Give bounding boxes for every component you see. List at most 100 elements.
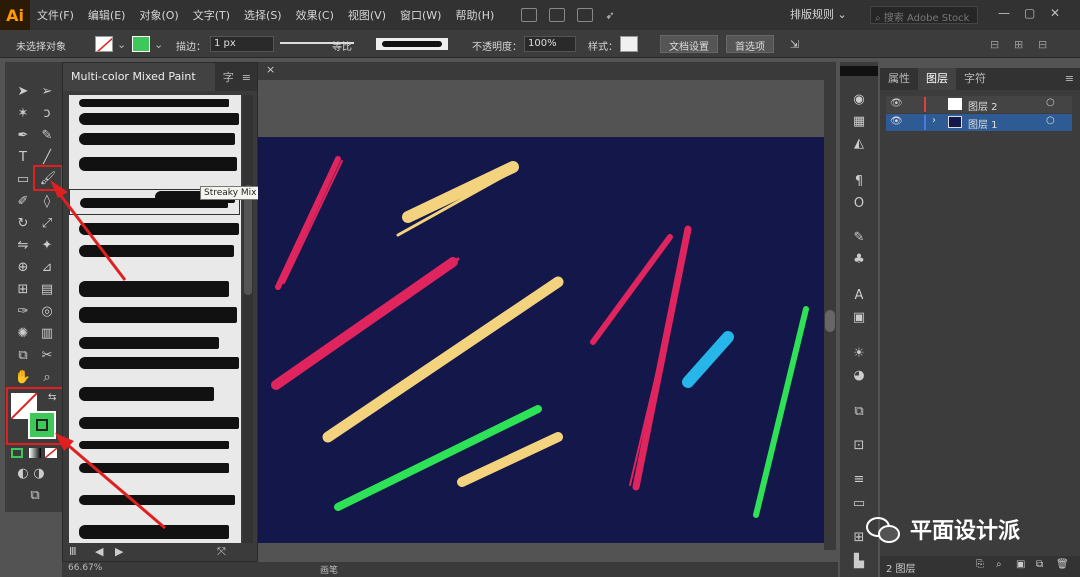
blend-tool-icon[interactable]: ◎ bbox=[37, 302, 57, 320]
paintbrush-tool-icon[interactable]: 🖌 bbox=[33, 165, 63, 191]
locate-object-icon[interactable]: ⌕ bbox=[996, 559, 1002, 570]
transform-panel-icon[interactable]: ⧉ bbox=[848, 402, 870, 420]
layer-row[interactable]: 👁 图层 2 ○ bbox=[886, 96, 1072, 113]
tab-layers[interactable]: 图层 bbox=[918, 68, 956, 90]
gradient-panel-icon[interactable]: ◭ bbox=[848, 134, 870, 152]
draw-inside-icon[interactable]: ◑ bbox=[29, 464, 49, 482]
none-mode-icon[interactable] bbox=[45, 448, 57, 458]
type-tool-icon[interactable]: T bbox=[13, 148, 33, 166]
transparency-icon[interactable]: ◕ bbox=[848, 366, 870, 384]
paragraph-icon[interactable]: ¶ bbox=[848, 172, 870, 190]
align-right-icon[interactable]: ⊟ bbox=[1038, 38, 1047, 51]
line-tool-icon[interactable]: ╱ bbox=[37, 148, 57, 166]
symbol-sprayer-icon[interactable]: ✺ bbox=[13, 324, 33, 342]
menu-view[interactable]: 视图(V) bbox=[341, 7, 393, 23]
align-center-icon[interactable]: ⊞ bbox=[1014, 38, 1023, 51]
eraser-tool-icon[interactable]: ◊ bbox=[37, 192, 57, 210]
brush-library-menu-icon[interactable]: Ⅲ bbox=[69, 545, 77, 558]
bridge-icon[interactable] bbox=[521, 8, 538, 22]
next-library-icon[interactable]: ▶ bbox=[115, 545, 123, 558]
appearance-icon[interactable]: ▣ bbox=[848, 308, 870, 326]
shape-builder-icon[interactable]: ⊕ bbox=[13, 258, 33, 276]
pin-icon[interactable]: ⤧ bbox=[217, 545, 226, 559]
layer-row-selected[interactable]: 👁 › 图层 1 ○ bbox=[886, 114, 1072, 131]
scale-tool-icon[interactable]: ⤢ bbox=[37, 214, 57, 232]
layers-dock-icon[interactable]: ▙ bbox=[848, 552, 870, 570]
artboards-icon[interactable]: ▭ bbox=[848, 494, 870, 512]
panel-scrollbar[interactable] bbox=[243, 95, 253, 543]
gradient-tool-icon[interactable]: ▤ bbox=[37, 280, 57, 298]
opentype-icon[interactable]: O bbox=[848, 194, 870, 212]
tab-properties[interactable]: 属性 bbox=[880, 68, 918, 90]
maximize-icon[interactable]: ▢ bbox=[1024, 6, 1035, 20]
menu-file[interactable]: 文件(F) bbox=[30, 7, 81, 23]
zoom-tool-icon[interactable]: ⌕ bbox=[37, 368, 57, 386]
brush-stroke[interactable] bbox=[79, 157, 237, 171]
brush-stroke[interactable] bbox=[79, 113, 239, 125]
brush-stroke[interactable] bbox=[79, 223, 239, 235]
brush-stroke[interactable] bbox=[79, 133, 235, 145]
brushes-icon[interactable]: ✎ bbox=[848, 228, 870, 246]
stroke-panel-icon[interactable]: ☀ bbox=[848, 344, 870, 362]
brush-stroke[interactable] bbox=[79, 99, 229, 107]
preferences-button[interactable]: 首选项 bbox=[726, 35, 774, 53]
fill-stroke-widget[interactable]: ⇆ bbox=[6, 387, 64, 445]
brush-stroke[interactable] bbox=[79, 495, 235, 505]
workspace-switcher[interactable]: 排版规则 ⌄ bbox=[790, 6, 847, 22]
arrange-documents-icon[interactable] bbox=[577, 8, 594, 22]
close-window-icon[interactable]: ✕ bbox=[1050, 6, 1060, 20]
magic-wand-icon[interactable]: ✶ bbox=[13, 104, 33, 122]
stock-search-input[interactable]: ⌕ 搜索 Adobe Stock bbox=[870, 6, 978, 24]
tab-character[interactable]: 字符 bbox=[956, 68, 994, 90]
mesh-tool-icon[interactable]: ⊞ bbox=[13, 280, 33, 298]
minimize-icon[interactable]: — bbox=[998, 6, 1010, 20]
pathfinder-icon[interactable]: ⊡ bbox=[848, 436, 870, 454]
perspective-grid-icon[interactable]: ⊿ bbox=[37, 258, 57, 276]
rectangle-tool-icon[interactable]: ▭ bbox=[13, 170, 33, 188]
pen-tool-icon[interactable]: ✒ bbox=[13, 126, 33, 144]
zoom-level[interactable]: 66.67% bbox=[68, 563, 102, 573]
align-panel-icon[interactable]: ≡ bbox=[848, 470, 870, 488]
brush-library-tab[interactable]: Multi-color Mixed Paint ... bbox=[63, 63, 215, 111]
lasso-icon[interactable]: ↄ bbox=[37, 104, 57, 122]
panel-menu-icon[interactable]: ≡ bbox=[242, 71, 257, 84]
type-tab[interactable]: 字 bbox=[215, 69, 242, 85]
brush-stroke[interactable] bbox=[79, 281, 229, 297]
menu-object[interactable]: 对象(O) bbox=[132, 7, 185, 23]
close-tab-icon[interactable]: × bbox=[266, 63, 275, 76]
direct-selection-tool-icon[interactable]: ➢ bbox=[37, 82, 57, 100]
new-sublayer-icon[interactable]: ⧉ bbox=[1036, 559, 1043, 570]
graphic-style-swatch[interactable] bbox=[620, 36, 638, 52]
visibility-eye-icon[interactable]: 👁 bbox=[890, 116, 903, 127]
expand-arrow-icon[interactable]: › bbox=[932, 115, 936, 126]
gpu-rocket-icon[interactable]: ➶ bbox=[605, 9, 614, 22]
shaper-tool-icon[interactable]: ✐ bbox=[13, 192, 33, 210]
menu-type[interactable]: 文字(T) bbox=[186, 7, 237, 23]
menu-window[interactable]: 窗口(W) bbox=[393, 7, 448, 23]
color-guide-icon[interactable]: ◉ bbox=[848, 90, 870, 108]
brush-stroke[interactable] bbox=[79, 417, 239, 429]
brush-definition-preview[interactable] bbox=[376, 38, 448, 50]
delete-layer-icon[interactable]: 🗑 bbox=[1056, 559, 1069, 570]
swap-colors-icon[interactable]: ⇆ bbox=[48, 392, 56, 403]
layer-name[interactable]: 图层 1 bbox=[968, 116, 998, 131]
gradient-mode-icon[interactable] bbox=[29, 448, 41, 458]
column-graph-icon[interactable]: ▥ bbox=[37, 324, 57, 342]
target-icon[interactable]: ○ bbox=[1046, 115, 1055, 126]
brush-stroke[interactable] bbox=[79, 441, 229, 449]
brush-stroke[interactable] bbox=[79, 357, 239, 369]
clipping-mask-icon[interactable]: ▣ bbox=[1016, 559, 1025, 570]
rotate-tool-icon[interactable]: ↻ bbox=[13, 214, 33, 232]
slice-tool-icon[interactable]: ✂ bbox=[37, 346, 57, 364]
menu-select[interactable]: 选择(S) bbox=[237, 7, 289, 23]
menu-edit[interactable]: 编辑(E) bbox=[81, 7, 133, 23]
swatches-icon[interactable]: ▦ bbox=[848, 112, 870, 130]
previous-library-icon[interactable]: ◀ bbox=[95, 545, 103, 558]
brush-list[interactable] bbox=[69, 95, 241, 543]
brush-stroke[interactable] bbox=[79, 463, 229, 473]
visibility-eye-icon[interactable]: 👁 bbox=[890, 98, 903, 109]
stroke-weight-field[interactable]: 1 px bbox=[210, 36, 274, 52]
menu-help[interactable]: 帮助(H) bbox=[448, 7, 501, 23]
brush-stroke[interactable] bbox=[79, 525, 229, 539]
layer-name[interactable]: 图层 2 bbox=[968, 98, 998, 113]
